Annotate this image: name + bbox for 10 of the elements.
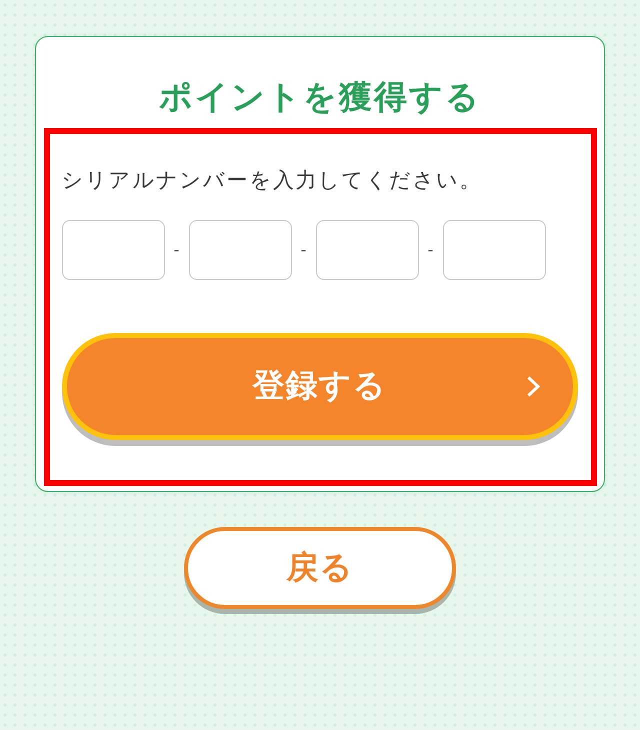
- separator-text: -: [172, 240, 180, 260]
- separator-text: -: [300, 240, 308, 260]
- chevron-icon: [526, 376, 540, 396]
- page-title: ポイントを獲得する: [158, 76, 482, 116]
- serial-field[interactable]: [442, 220, 546, 280]
- serial-field[interactable]: [316, 220, 418, 280]
- separator-text: -: [426, 240, 434, 260]
- instruction-text: シリアルナンバーを入力してください。: [62, 166, 484, 192]
- serial-field[interactable]: [62, 220, 164, 280]
- serial-field[interactable]: [188, 220, 292, 280]
